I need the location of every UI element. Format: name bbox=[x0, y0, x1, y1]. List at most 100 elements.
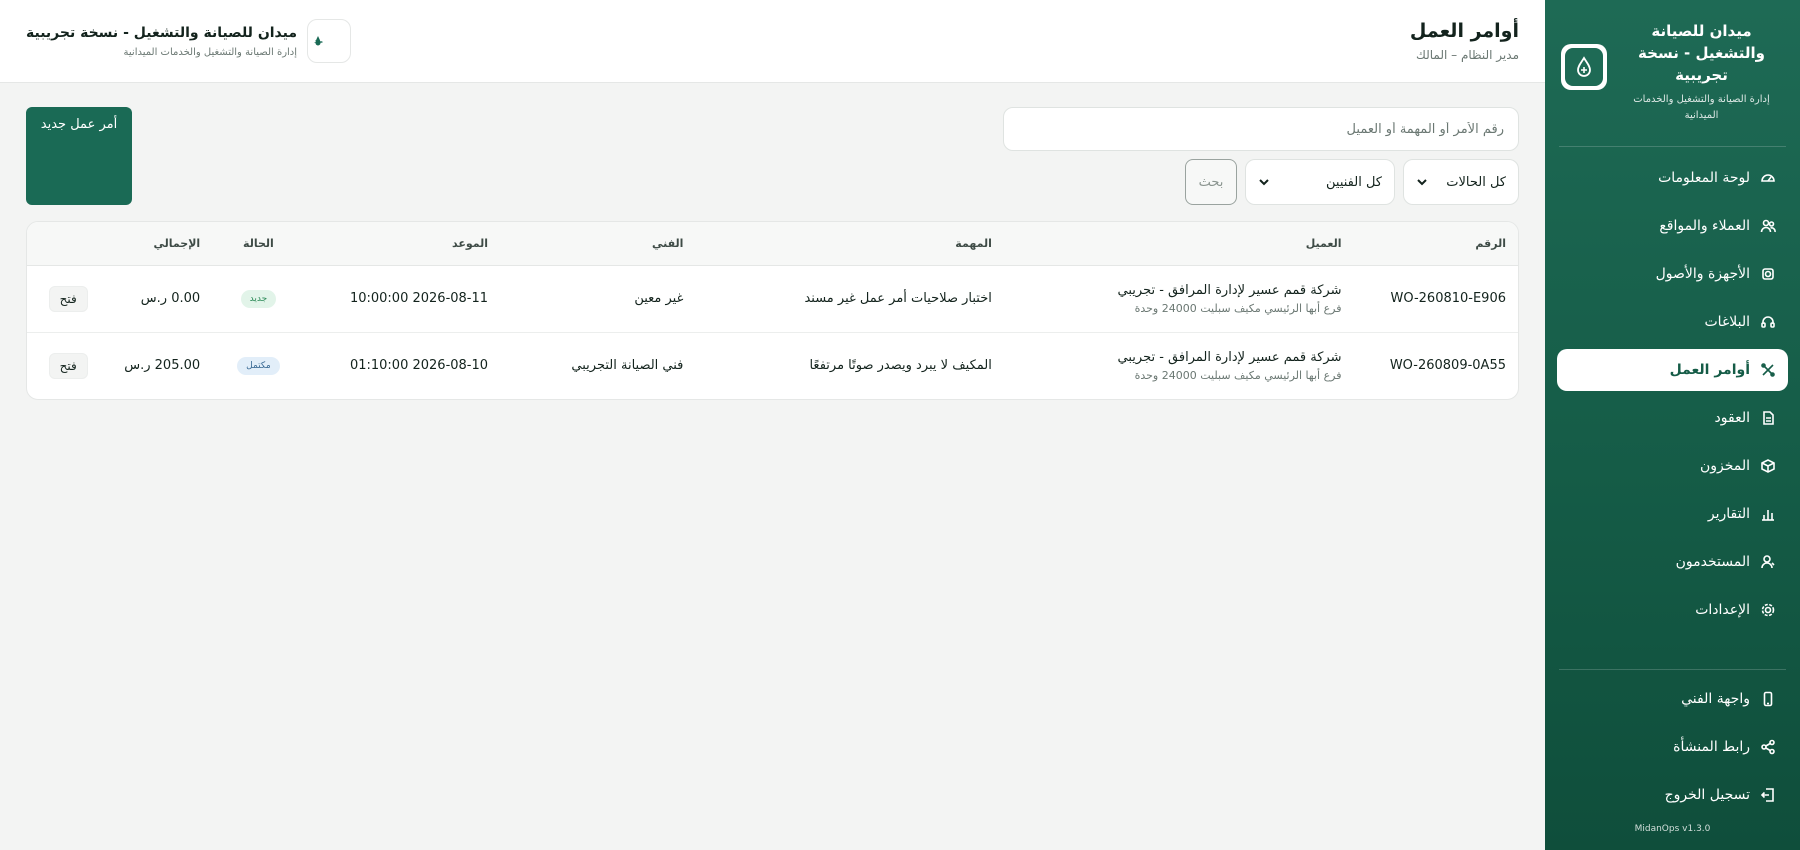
cell-number: WO-260810-E906 bbox=[1390, 291, 1506, 306]
sidebar-item-contracts[interactable]: العقود bbox=[1557, 397, 1788, 439]
sidebar-item-label: رابط المنشأة bbox=[1673, 739, 1750, 755]
new-work-order-button[interactable]: أمر عمل جديد bbox=[26, 107, 132, 205]
org-name: ميدان للصيانة والتشغيل - نسخة تجريبية bbox=[26, 24, 298, 41]
client-name: شركة قمم عسير لإدارة المرافق - تجريبي bbox=[1117, 349, 1342, 365]
sidebar-item-work-orders[interactable]: أوامر العمل bbox=[1557, 349, 1788, 391]
sidebar-bottom-nav: واجهة الفني رابط المنشأة تسجيل الخروج bbox=[1545, 678, 1800, 816]
org-logo-icon: ميدان bbox=[314, 36, 323, 46]
sidebar: ميدان للصيانة والتشغيل - نسخة تجريبية إد… bbox=[1545, 0, 1800, 850]
sidebar-item-inventory[interactable]: المخزون bbox=[1557, 445, 1788, 487]
sidebar-item-label: أوامر العمل bbox=[1669, 362, 1750, 378]
open-button[interactable]: فتح bbox=[48, 352, 88, 379]
chart-icon bbox=[1760, 506, 1776, 522]
col-header-task: المهمة bbox=[695, 222, 1004, 266]
cell-actions: فتح bbox=[27, 332, 109, 399]
search-input[interactable] bbox=[1003, 107, 1519, 151]
sidebar-divider bbox=[1559, 669, 1786, 670]
sidebar-item-label: التقارير bbox=[1707, 506, 1750, 522]
sidebar-item-reports[interactable]: التقارير bbox=[1557, 493, 1788, 535]
sidebar-item-technician-ui[interactable]: واجهة الفني bbox=[1557, 678, 1788, 720]
sidebar-item-users[interactable]: المستخدمون bbox=[1557, 541, 1788, 583]
brand-title: ميدان للصيانة والتشغيل - نسخة تجريبية bbox=[1638, 22, 1765, 84]
cell-date: 2026-08-11 10:00:00 bbox=[349, 291, 489, 306]
sidebar-nav: لوحة المعلومات العملاء والمواقع الأجهزة … bbox=[1545, 157, 1800, 631]
cell-technician: فني الصيانة التجريبي bbox=[571, 358, 684, 374]
document-icon bbox=[1760, 410, 1776, 426]
sidebar-item-label: تسجيل الخروج bbox=[1664, 787, 1750, 803]
main-content: كل الحالات كل الفنيين بحث أمر عمل جديد ا… bbox=[0, 83, 1545, 850]
col-header-number: الرقم bbox=[1353, 222, 1518, 266]
brand-logo bbox=[1561, 44, 1607, 90]
org-info: ميدان ميدان للصيانة والتشغيل - نسخة تجري… bbox=[26, 19, 352, 63]
user-icon bbox=[1760, 554, 1776, 570]
tools-icon bbox=[1760, 362, 1776, 378]
cell-client: شركة قمم عسير لإدارة المرافق - تجريبي فر… bbox=[1004, 265, 1354, 332]
status-filter-select[interactable]: كل الحالات bbox=[1403, 159, 1519, 205]
logout-icon bbox=[1760, 787, 1776, 803]
org-text: ميدان للصيانة والتشغيل - نسخة تجريبية إد… bbox=[26, 25, 297, 58]
filters: كل الحالات كل الفنيين بحث bbox=[1003, 107, 1519, 205]
sidebar-brand: ميدان للصيانة والتشغيل - نسخة تجريبية إد… bbox=[1545, 0, 1800, 124]
top-header: أوامر العمل مدير النظام – المالك ميدان م… bbox=[0, 0, 1545, 83]
open-button[interactable]: فتح bbox=[48, 285, 88, 312]
technician-filter-value: كل الفنيين bbox=[1326, 174, 1382, 190]
table-row[interactable]: WO-260810-E906 شركة قمم عسير لإدارة المر… bbox=[27, 265, 1518, 332]
sidebar-item-settings[interactable]: الإعدادات bbox=[1557, 589, 1788, 631]
version-label: MidanOps v1.3.0 bbox=[1634, 824, 1711, 834]
sidebar-item-label: واجهة الفني bbox=[1681, 691, 1750, 707]
cell-number: WO-260809-0A55 bbox=[1389, 358, 1506, 374]
cell-total: 0.00 ر.س bbox=[140, 291, 201, 306]
page-subtitle: مدير النظام – المالك bbox=[1415, 48, 1519, 62]
brand-subtitle: إدارة الصيانة والتشغيل والخدمات الميداني… bbox=[1633, 94, 1770, 121]
sidebar-item-tickets[interactable]: البلاغات bbox=[1557, 301, 1788, 343]
cell-actions: فتح bbox=[27, 265, 109, 332]
technician-filter-select[interactable]: كل الفنيين bbox=[1245, 159, 1395, 205]
col-header-client: العميل bbox=[1003, 222, 1354, 266]
filter-row: كل الحالات كل الفنيين بحث bbox=[1003, 159, 1519, 205]
sidebar-item-dashboard[interactable]: لوحة المعلومات bbox=[1557, 157, 1788, 199]
col-header-status: الحالة bbox=[212, 222, 305, 266]
share-icon bbox=[1760, 739, 1776, 755]
device-icon bbox=[1760, 266, 1776, 282]
table-row[interactable]: WO-260809-0A55 شركة قمم عسير لإدارة المر… bbox=[27, 332, 1518, 399]
status-badge: جديد bbox=[240, 289, 277, 308]
sidebar-item-label: الإعدادات bbox=[1695, 602, 1750, 618]
page-title: أوامر العمل bbox=[1409, 20, 1519, 42]
chevron-down-icon bbox=[1259, 179, 1269, 186]
sidebar-item-label: العملاء والمواقع bbox=[1659, 218, 1750, 234]
org-logo: ميدان bbox=[307, 19, 352, 63]
cell-technician: غير معين bbox=[634, 291, 684, 306]
chevron-down-icon bbox=[1417, 179, 1427, 186]
headset-icon bbox=[1760, 314, 1776, 330]
cell-task: اختبار صلاحيات أمر عمل غير مسند bbox=[804, 291, 992, 306]
cell-total: 205.00 ر.س bbox=[124, 358, 201, 374]
client-name: شركة قمم عسير لإدارة المرافق - تجريبي bbox=[1117, 282, 1342, 298]
sidebar-item-label: المستخدمون bbox=[1675, 554, 1750, 570]
cell-client: شركة قمم عسير لإدارة المرافق - تجريبي فر… bbox=[1004, 332, 1354, 399]
col-header-date: الموعد bbox=[304, 222, 501, 266]
table-header-row: الرقم العميل المهمة الفني الموعد الحالة … bbox=[27, 222, 1518, 266]
sidebar-item-label: البلاغات bbox=[1704, 314, 1751, 330]
work-orders-table: الرقم العميل المهمة الفني الموعد الحالة … bbox=[26, 221, 1519, 400]
org-logo-text: ميدان bbox=[314, 37, 323, 45]
status-badge: مكتمل bbox=[237, 356, 280, 375]
client-detail: فرع أبها الرئيسي مكيف سبليت 24000 وحدة bbox=[1134, 368, 1342, 382]
search-button[interactable]: بحث bbox=[1185, 159, 1237, 205]
sidebar-item-label: لوحة المعلومات bbox=[1658, 170, 1750, 186]
status-filter-value: كل الحالات bbox=[1446, 174, 1506, 190]
sidebar-item-logout[interactable]: تسجيل الخروج bbox=[1557, 774, 1788, 816]
sidebar-item-label: الأجهزة والأصول bbox=[1655, 266, 1750, 282]
users-icon bbox=[1760, 218, 1776, 234]
cell-status: جديد bbox=[212, 265, 305, 332]
brand-text: ميدان للصيانة والتشغيل - نسخة تجريبية إد… bbox=[1619, 20, 1784, 124]
cell-date: 2026-08-10 01:10:00 bbox=[349, 358, 489, 374]
sidebar-divider bbox=[1559, 146, 1786, 147]
sidebar-item-assets[interactable]: الأجهزة والأصول bbox=[1557, 253, 1788, 295]
col-header-actions bbox=[27, 222, 110, 266]
org-subtitle: إدارة الصيانة والتشغيل والخدمات الميداني… bbox=[123, 46, 298, 58]
box-icon bbox=[1760, 458, 1776, 474]
sidebar-item-facility-link[interactable]: رابط المنشأة bbox=[1557, 726, 1788, 768]
sidebar-item-clients[interactable]: العملاء والمواقع bbox=[1557, 205, 1788, 247]
sidebar-item-label: العقود bbox=[1714, 410, 1750, 426]
drop-logo-icon bbox=[1577, 56, 1591, 77]
